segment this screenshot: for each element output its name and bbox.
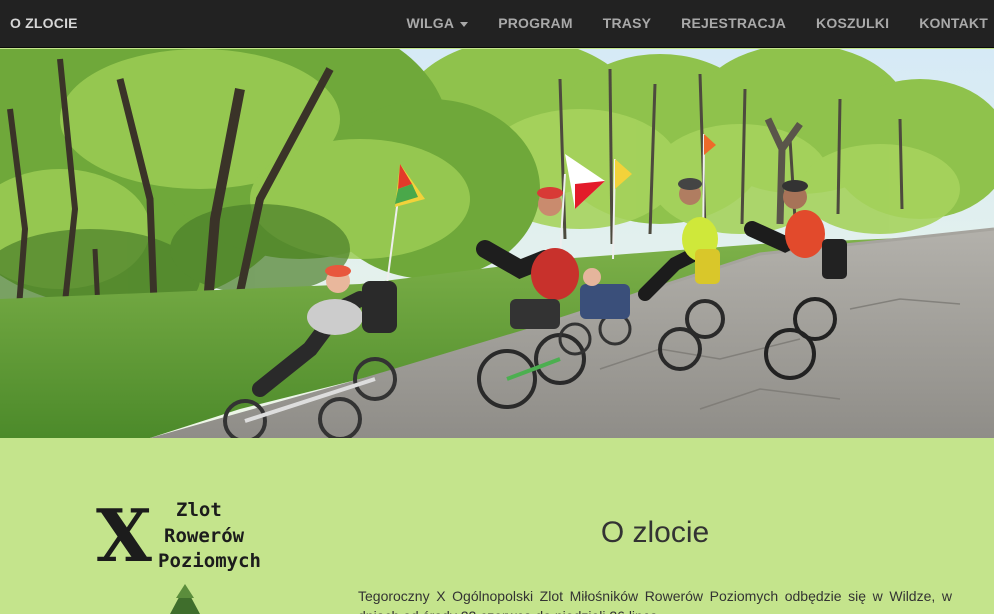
intro-paragraph: Tegoroczny X Ogólnopolski Zlot Miłośnikó… <box>358 588 952 614</box>
page-title: O zlocie <box>600 516 710 549</box>
navbar-brand-link[interactable]: O ZLOCIE <box>10 0 78 48</box>
nav-item-label: WILGA <box>406 15 455 31</box>
top-navbar: O ZLOCIE WILGA PROGRAM TRASY REJESTRACJA… <box>0 0 994 48</box>
event-logo-line3: Poziomych <box>158 550 261 572</box>
event-logo-line2: Rowerów <box>164 525 245 547</box>
nav-menu: WILGA PROGRAM TRASY REJESTRACJA KOSZULKI… <box>392 0 994 48</box>
nav-item-program[interactable]: PROGRAM <box>483 0 588 48</box>
nav-item-koszulki[interactable]: KOSZULKI <box>801 0 904 48</box>
tree-icon <box>170 584 200 614</box>
nav-item-kontakt[interactable]: KONTAKT <box>904 0 994 48</box>
nav-item-trasy[interactable]: TRASY <box>588 0 666 48</box>
nav-item-rejestracja[interactable]: REJESTRACJA <box>666 0 801 48</box>
event-logo-numeral: X <box>96 493 152 578</box>
about-section: X Zlot Rowerów Poziomych O zlocie Tegoro… <box>0 438 994 614</box>
hero-photo <box>0 49 994 438</box>
event-logo-line1: Zlot <box>176 499 222 521</box>
caret-down-icon <box>460 21 469 27</box>
nav-item-wilga[interactable]: WILGA <box>392 0 484 48</box>
